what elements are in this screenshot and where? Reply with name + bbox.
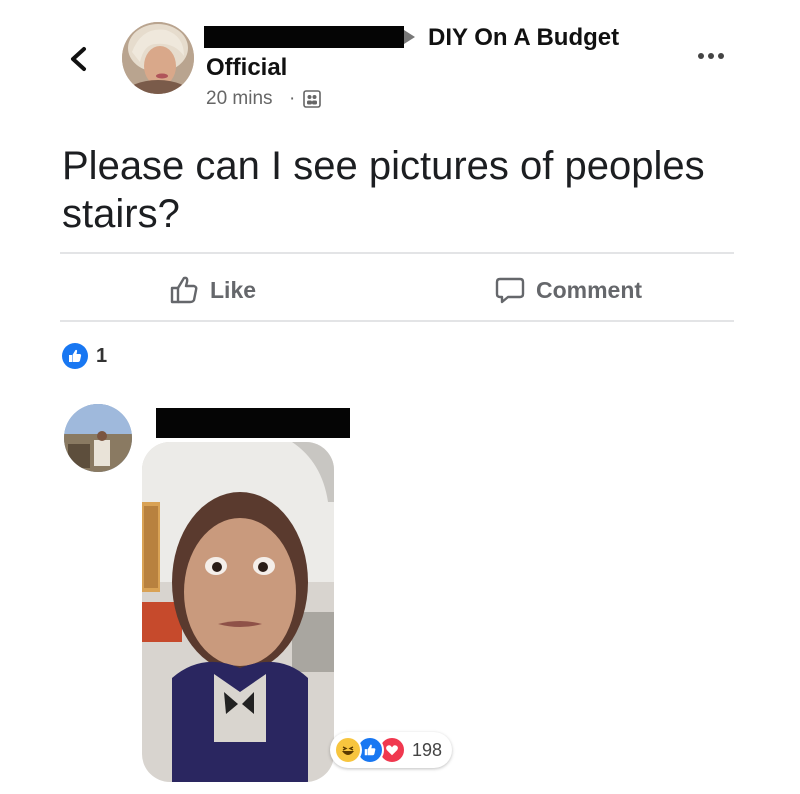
- haha-icon: [334, 736, 362, 764]
- comment-bubble-icon: [495, 277, 525, 304]
- reaction-summary[interactable]: 1: [62, 342, 107, 370]
- group-name-link[interactable]: DIY On A Budget: [428, 24, 619, 52]
- commenter-avatar-image: [64, 404, 132, 472]
- back-button[interactable]: [64, 44, 94, 74]
- shared-to-arrow-icon: [404, 30, 415, 44]
- chevron-left-icon: [71, 47, 86, 71]
- author-name-suffix[interactable]: Official: [206, 54, 287, 82]
- comment-photo[interactable]: [142, 442, 334, 782]
- like-reaction-icon: [62, 343, 88, 369]
- comment-reactions[interactable]: 198: [330, 732, 452, 768]
- comment-photo-image: [142, 442, 334, 782]
- more-dots-icon: [698, 53, 724, 59]
- commenter-name-redacted: [156, 408, 350, 438]
- meta-separator: ·: [289, 88, 296, 109]
- post-timestamp[interactable]: 20 mins: [206, 88, 273, 110]
- more-options-button[interactable]: [694, 48, 728, 64]
- author-avatar-image: [122, 22, 194, 94]
- comment-button[interactable]: Comment: [494, 270, 664, 310]
- author-avatar[interactable]: [122, 22, 194, 94]
- like-label: Like: [210, 276, 257, 303]
- comment-label: Comment: [536, 276, 643, 303]
- reaction-count: 1: [96, 344, 108, 367]
- divider-top: [60, 252, 734, 254]
- comment-reaction-count: 198: [412, 739, 443, 760]
- divider-bottom: [60, 320, 734, 322]
- author-name-redacted: [204, 26, 404, 48]
- group-audience-icon: [303, 90, 321, 108]
- like-button[interactable]: Like: [168, 270, 278, 310]
- post-body-text: Please can I see pictures of peoples sta…: [62, 144, 705, 236]
- commenter-avatar[interactable]: [64, 404, 132, 472]
- thumbs-up-icon: [170, 276, 198, 304]
